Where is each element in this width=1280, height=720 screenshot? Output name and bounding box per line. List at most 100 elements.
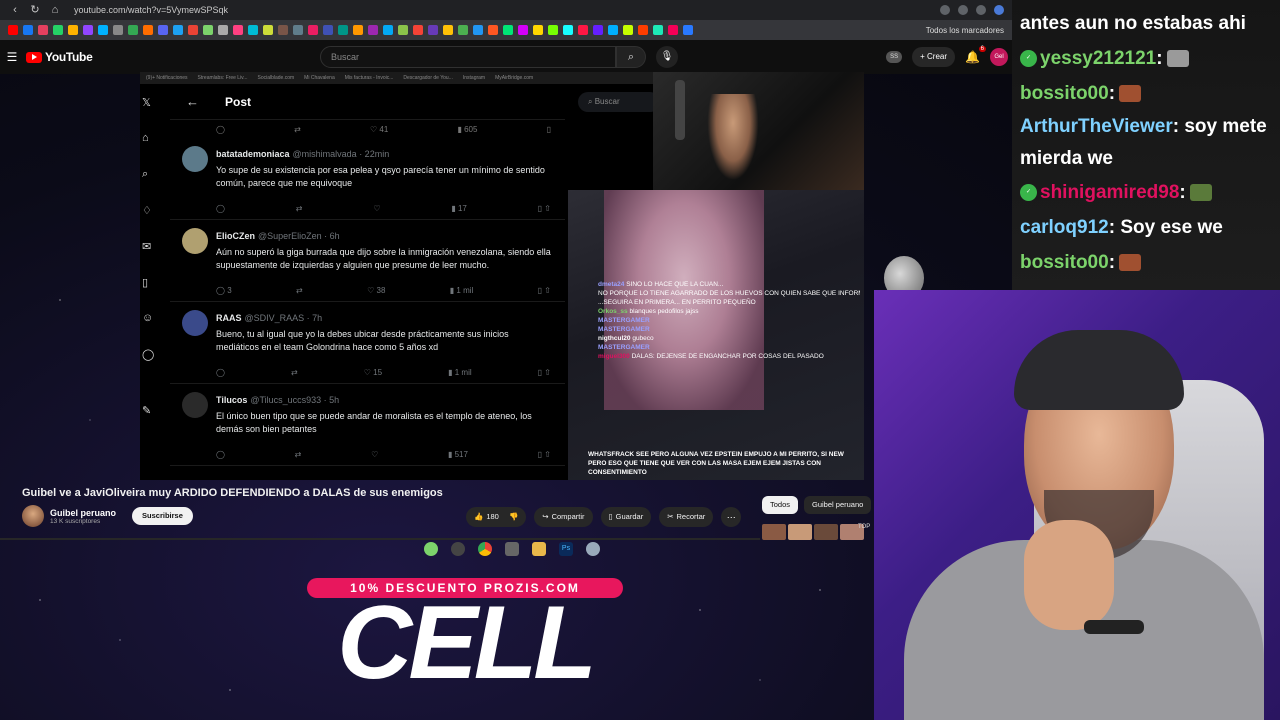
voice-search-button[interactable]: 🎙	[656, 46, 678, 68]
bookmark-icon[interactable]	[98, 25, 108, 35]
x-text: Yo supe de su existencia por esa pelea y…	[216, 165, 545, 188]
bookmark-icon[interactable]	[128, 25, 138, 35]
create-button[interactable]: + Crear	[912, 47, 956, 67]
profile-icon[interactable]	[994, 5, 1004, 15]
x-avatar	[182, 228, 208, 254]
bookmark-icon[interactable]	[488, 25, 498, 35]
bookmark-icon[interactable]	[368, 25, 378, 35]
app-icon[interactable]	[586, 542, 600, 556]
photoshop-icon[interactable]: Ps	[559, 542, 573, 556]
menu-icon[interactable]: ☰	[0, 50, 24, 64]
bookmark-icon[interactable]	[533, 25, 543, 35]
search-button[interactable]: ⌕	[616, 46, 646, 68]
bookmark-icon[interactable]	[608, 25, 618, 35]
bookmark-icon[interactable]	[623, 25, 633, 35]
recommended-thumbnail[interactable]	[762, 524, 786, 540]
bookmark-icon[interactable]	[233, 25, 243, 35]
bookmark-icon[interactable]	[143, 25, 153, 35]
obs-icon[interactable]	[451, 542, 465, 556]
bookmark-icon[interactable]	[398, 25, 408, 35]
bookmark-icon[interactable]	[653, 25, 663, 35]
bookmark-icon[interactable]	[503, 25, 513, 35]
bookmark-icon[interactable]	[563, 25, 573, 35]
bookmark-icon[interactable]	[218, 25, 228, 35]
bookmark-icon[interactable]	[113, 25, 123, 35]
bookmark-icon[interactable]	[68, 25, 78, 35]
bookmark-icon[interactable]	[518, 25, 528, 35]
bookmark-icon[interactable]	[38, 25, 48, 35]
like-count: ♡	[371, 450, 379, 459]
inner-stream-view: dmeta24 SINO LO HACE QUE LA CUAN... NO P…	[568, 190, 864, 480]
x-text: Bueno, tu al igual que yo la debes ubica…	[216, 329, 509, 352]
chat-username: shinigamired98	[1040, 182, 1180, 203]
subscribe-button[interactable]: Suscribirse	[132, 507, 193, 525]
share-icon: ↪	[542, 512, 549, 521]
bookmark-icon[interactable]	[188, 25, 198, 35]
extension-icon[interactable]	[976, 5, 986, 15]
x-tweet-actions: ◯ ⇄ ♡ 15 ▮ 1 mil ▯ ⇧	[216, 368, 551, 377]
account-avatar[interactable]: Gel	[990, 48, 1008, 66]
notifications-button[interactable]: 🔔 6	[965, 46, 986, 64]
reload-icon[interactable]: ↻	[28, 3, 42, 17]
bookmark-icon[interactable]	[23, 25, 33, 35]
bookmark-icon[interactable]	[248, 25, 258, 35]
ss-badge[interactable]: SS	[886, 51, 903, 63]
thumbs-down-icon[interactable]: 👎	[509, 512, 518, 521]
address-bar[interactable]: youtube.com/watch?v=5VymewSPSqk	[74, 5, 228, 15]
bookmark-icon[interactable]	[53, 25, 63, 35]
bookmark-icon[interactable]	[383, 25, 393, 35]
app-icon[interactable]	[424, 542, 438, 556]
repost-icon: ⇄	[294, 124, 301, 134]
bookmark-icon[interactable]	[263, 25, 273, 35]
bookmark-icon[interactable]	[308, 25, 318, 35]
bookmark-icon[interactable]	[173, 25, 183, 35]
bookmark-icon[interactable]	[428, 25, 438, 35]
back-icon[interactable]: ‹	[8, 3, 22, 17]
bookmark-icon[interactable]	[293, 25, 303, 35]
star-icon[interactable]	[958, 5, 968, 15]
chip-channel[interactable]: Guibel peruano	[804, 496, 872, 514]
bookmarks-folder[interactable]: Todos los marcadores	[926, 26, 1004, 35]
bookmark-icon[interactable]	[353, 25, 363, 35]
home-icon[interactable]: ⌂	[48, 3, 62, 17]
bookmark-icon[interactable]	[323, 25, 333, 35]
bookmark-icon[interactable]	[668, 25, 678, 35]
recommended-thumbnail[interactable]	[814, 524, 838, 540]
app-icon[interactable]	[505, 542, 519, 556]
x-tweet: Tilucos @Tilucs_uccs933 · 5h El único buen…	[170, 384, 565, 466]
bookmark-icon[interactable]	[638, 25, 648, 35]
save-button[interactable]: ▯ Guardar	[600, 507, 652, 527]
extension-icon[interactable]	[940, 5, 950, 15]
more-actions-button[interactable]: ⋯	[721, 507, 742, 527]
inner-chat-user: nigthcul20	[598, 335, 631, 342]
channel-avatar[interactable]	[22, 505, 44, 527]
recommended-thumbnail[interactable]	[788, 524, 812, 540]
bookmark-icon[interactable]	[443, 25, 453, 35]
share-button[interactable]: ↪ Compartir	[534, 507, 593, 527]
channel-name[interactable]: Guibel peruano	[50, 508, 116, 518]
bookmark-icon[interactable]	[203, 25, 213, 35]
bookmark-icon[interactable]	[413, 25, 423, 35]
x-avatar	[182, 146, 208, 172]
chip-todos[interactable]: Todos	[762, 496, 799, 514]
search-input[interactable]: Buscar	[320, 46, 616, 68]
chat-message: ✓ shinigamired98:	[1020, 175, 1272, 210]
bookmark-icon[interactable]	[593, 25, 603, 35]
clip-button[interactable]: ✂ Recortar	[659, 507, 714, 527]
chat-text: :	[1156, 48, 1163, 69]
bookmark-icon[interactable]	[8, 25, 18, 35]
bookmark-icon[interactable]	[683, 25, 693, 35]
bookmark-icon[interactable]	[473, 25, 483, 35]
bookmark-icon[interactable]	[338, 25, 348, 35]
like-button[interactable]: 👍 180 👎	[466, 507, 527, 527]
bookmark-icon[interactable]	[158, 25, 168, 35]
bookmark-icon[interactable]	[548, 25, 558, 35]
bookmark-icon[interactable]	[578, 25, 588, 35]
chrome-icon[interactable]	[478, 542, 492, 556]
bookmark-icon[interactable]	[83, 25, 93, 35]
video-player[interactable]: (9)+ Notificaciones Streamlabs: Free Liv.…	[140, 72, 864, 480]
folder-icon[interactable]	[532, 542, 546, 556]
bookmark-icon[interactable]	[458, 25, 468, 35]
youtube-logo[interactable]: YouTube	[26, 50, 93, 64]
bookmark-icon[interactable]	[278, 25, 288, 35]
